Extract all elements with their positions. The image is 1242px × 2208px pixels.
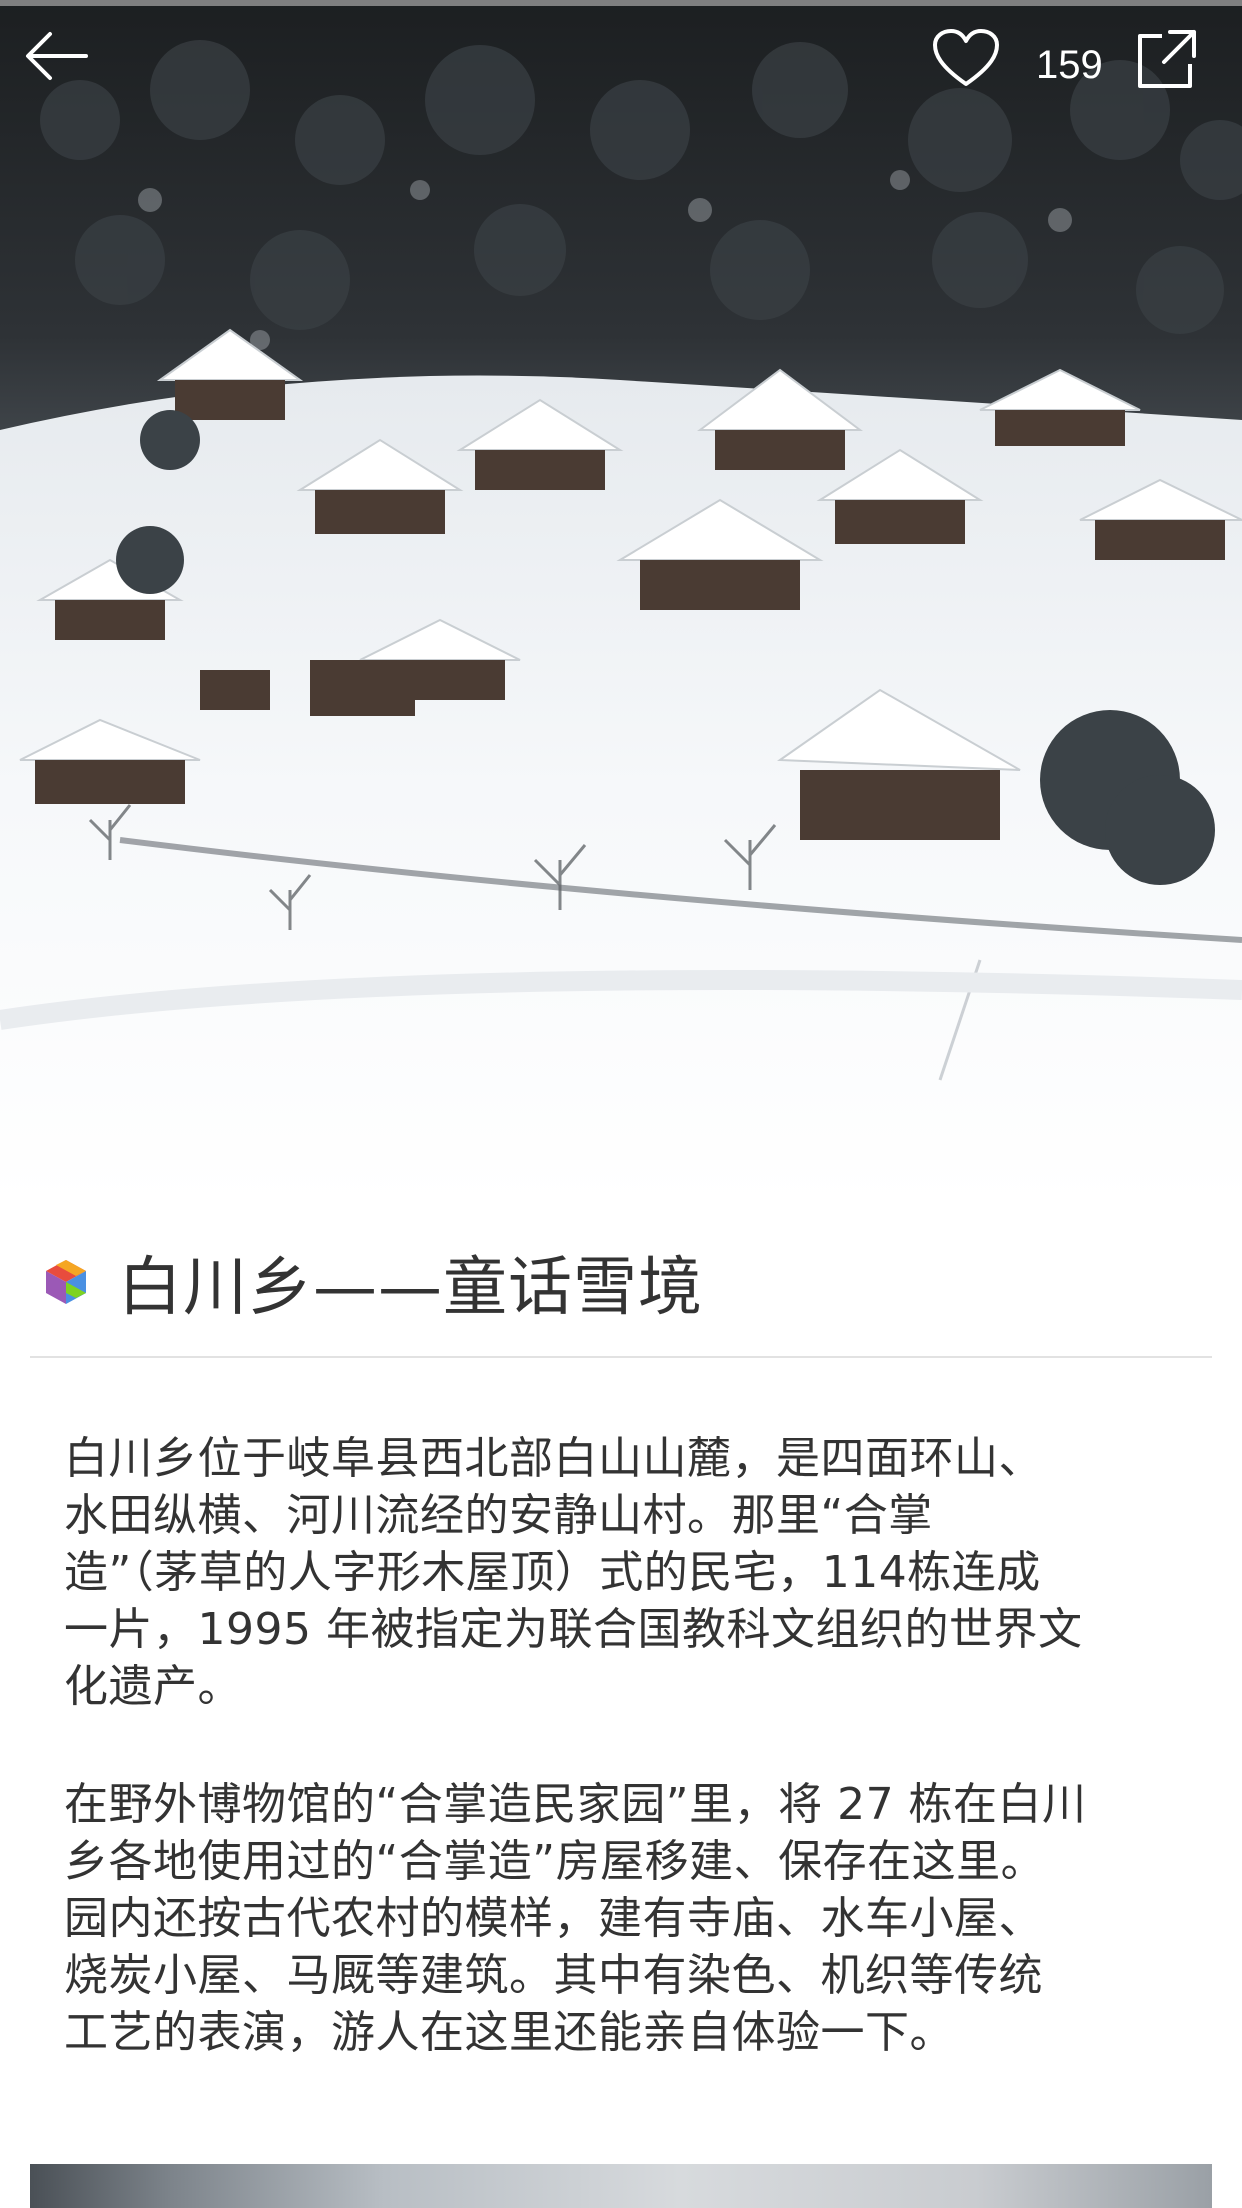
article-paragraph: 在野外博物馆的“合掌造民家园”里，将 27 栋在白川 乡各地使用过的“合掌造”房… (64, 1779, 1087, 2058)
article-title-row: 白川乡——童话雪境 (44, 1240, 703, 1325)
next-article-image (30, 2164, 1212, 2208)
share-external-icon (1138, 30, 1196, 88)
snowy-village-illustration (0, 0, 1242, 1205)
hero-photo: 159 (0, 0, 1242, 1205)
back-button[interactable] (22, 28, 112, 104)
article-page: 159 白川乡——童话雪境 白川乡位于岐阜县西北部白山山麓，是四面环山、 水田纵… (0, 0, 1242, 2208)
colorful-cube-logo-icon (46, 1260, 86, 1304)
arrow-left-icon (26, 32, 88, 80)
share-button[interactable] (1134, 28, 1222, 104)
like-button[interactable] (932, 28, 1012, 104)
article-title: 白川乡——童话雪境 (118, 1251, 703, 1325)
title-divider (30, 1356, 1212, 1358)
article-paragraph: 白川乡位于岐阜县西北部白山山麓，是四面环山、 水田纵横、河川流经的安静山村。那里… (64, 1433, 1083, 1712)
like-count: 159 (1036, 43, 1103, 87)
top-progress-line (0, 0, 1242, 6)
heart-outline-icon (933, 29, 999, 86)
